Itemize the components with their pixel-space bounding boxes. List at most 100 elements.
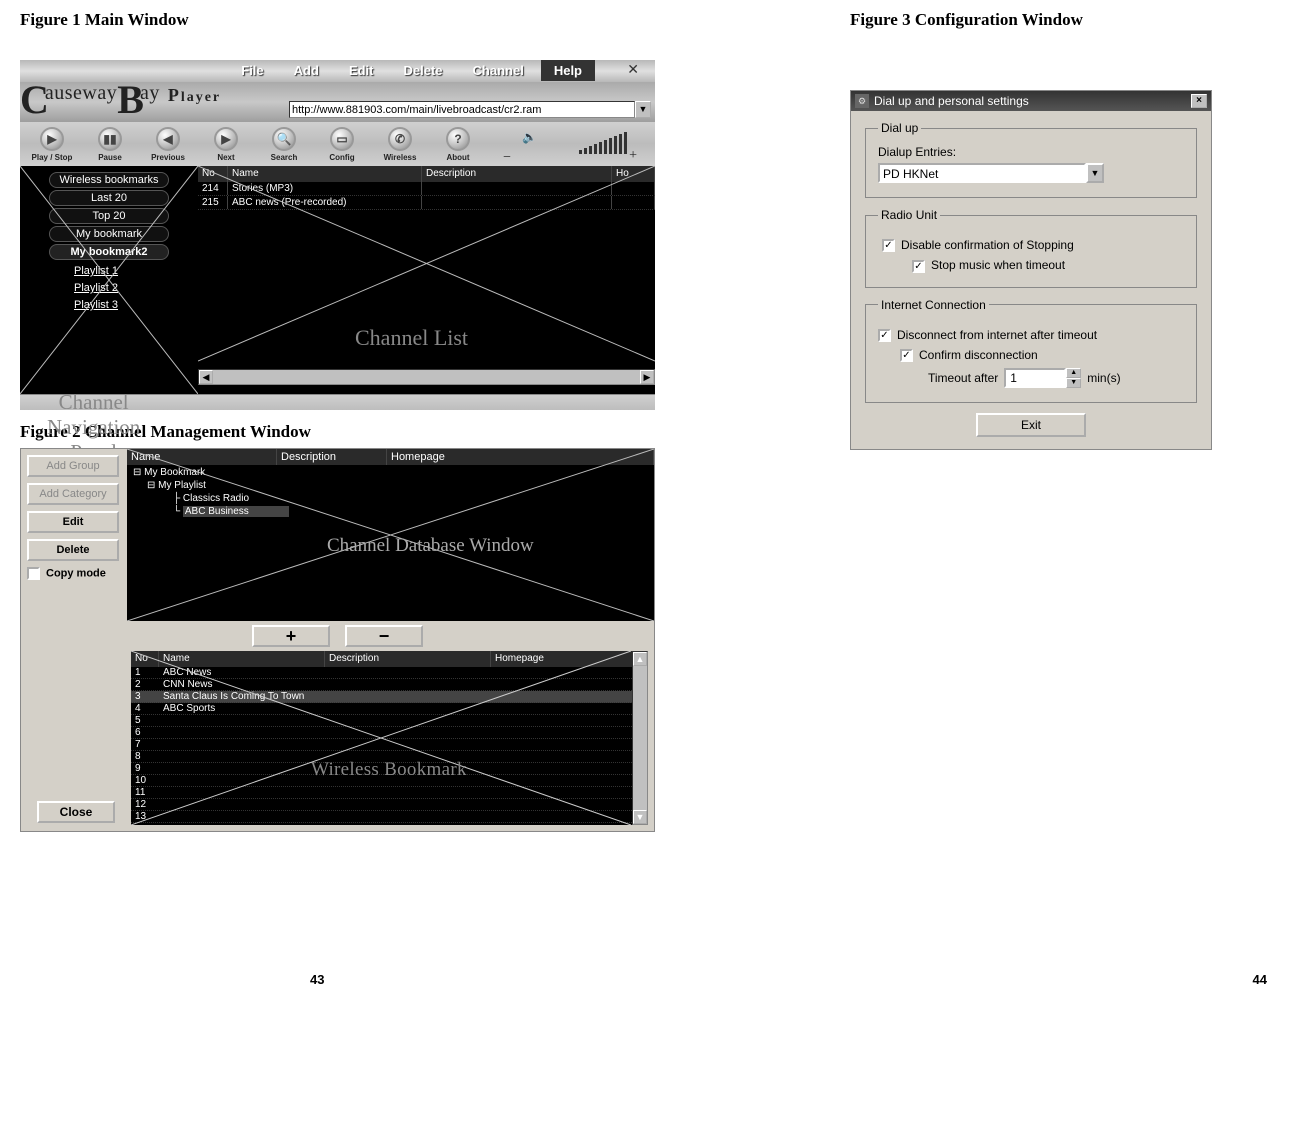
copy-mode-checkbox[interactable]: Copy mode	[27, 567, 121, 580]
close-icon[interactable]: ✕	[627, 62, 639, 79]
db-col-name[interactable]: Name	[127, 449, 277, 465]
disable-confirmation-checkbox[interactable]: ✓Disable confirmation of Stopping	[882, 238, 1184, 252]
brand-b: B	[117, 76, 144, 123]
annotation-channel-list: Channel List	[355, 325, 468, 351]
location-input[interactable]: http://www.881903.com/main/livebroadcast…	[289, 101, 635, 118]
config-title: Dial up and personal settings	[874, 94, 1029, 108]
wb-col-homepage[interactable]: Homepage	[491, 651, 648, 667]
volume-down-icon[interactable]: −	[503, 150, 511, 166]
figure3-caption: Figure 3 Configuration Window	[850, 10, 1230, 30]
col-description[interactable]: Description	[422, 166, 612, 182]
location-dropdown-icon[interactable]: ▼	[635, 101, 651, 118]
wireless-bookmark-row[interactable]: 1ABC News	[131, 667, 648, 679]
menu-delete[interactable]: Delete	[391, 60, 456, 81]
brand-c: C	[20, 76, 49, 123]
menu-help[interactable]: Help	[541, 60, 595, 81]
speaker-icon: 🔈	[522, 130, 537, 145]
config-titlebar: ⚙ Dial up and personal settings ×	[851, 91, 1211, 111]
vertical-scrollbar[interactable]: ▲ ▼	[632, 651, 648, 825]
db-col-description[interactable]: Description	[277, 449, 387, 465]
timeout-value[interactable]: 1	[1004, 368, 1066, 388]
menu-channel[interactable]: Channel	[460, 60, 537, 81]
volume-slider[interactable]	[579, 132, 627, 154]
configuration-window: ⚙ Dial up and personal settings × Dial u…	[850, 90, 1212, 450]
brand-auseway: auseway	[45, 82, 117, 105]
next-button[interactable]: ▶Next	[204, 127, 248, 162]
wb-col-no[interactable]: No	[131, 651, 159, 667]
channel-list-row[interactable]: 214 Stories (MP3)	[198, 182, 655, 196]
wireless-bookmark-panel: No Name Description Homepage 1ABC News2C…	[131, 651, 648, 825]
pause-button[interactable]: ▮▮Pause	[88, 127, 132, 162]
volume-up-icon[interactable]: +	[629, 148, 637, 164]
nav-wireless-bookmarks[interactable]: Wireless bookmarks	[49, 172, 169, 188]
stop-music-checkbox[interactable]: ✓Stop music when timeout	[912, 258, 1184, 272]
wireless-bookmark-row[interactable]: 3Santa Claus Is Coming To Town	[131, 691, 648, 703]
dialup-legend: Dial up	[878, 121, 921, 135]
channel-navigation-panel: Wireless bookmarks Last 20 Top 20 My boo…	[20, 166, 198, 394]
dropdown-icon[interactable]: ▼	[1086, 163, 1104, 183]
disconnect-timeout-checkbox[interactable]: ✓Disconnect from internet after timeout	[878, 328, 1184, 342]
remove-channel-button[interactable]: −	[345, 625, 423, 647]
add-channel-button[interactable]: +	[252, 625, 330, 647]
col-homepage[interactable]: Ho	[612, 166, 655, 182]
wireless-button[interactable]: ✆Wireless	[378, 127, 422, 162]
wireless-bookmark-row[interactable]: 4ABC Sports	[131, 703, 648, 715]
scroll-right-icon[interactable]: ▶	[640, 370, 654, 384]
nav-top20[interactable]: Top 20	[49, 208, 169, 224]
menu-add[interactable]: Add	[281, 60, 332, 81]
nav-my-bookmark[interactable]: My bookmark	[49, 226, 169, 242]
horizontal-scrollbar[interactable]: ◀ ▶	[198, 369, 655, 385]
figure1-caption: Figure 1 Main Window	[20, 10, 660, 30]
bookmark-tree[interactable]: ⊟ My Bookmark ⊟ My Playlist ├ Classics R…	[127, 465, 654, 519]
wb-col-name[interactable]: Name	[159, 651, 325, 667]
dialup-entries-value[interactable]: PD HKNet	[878, 163, 1086, 183]
settings-icon: ⚙	[855, 94, 869, 108]
delete-button[interactable]: Delete	[27, 539, 119, 561]
wireless-bookmark-row[interactable]: 2CNN News	[131, 679, 648, 691]
wireless-bookmark-row[interactable]: 12	[131, 799, 648, 811]
add-group-button[interactable]: Add Group	[27, 455, 119, 477]
wireless-bookmark-row[interactable]: 6	[131, 727, 648, 739]
wireless-bookmark-row[interactable]: 7	[131, 739, 648, 751]
dialup-entries-combo[interactable]: PD HKNet ▼	[878, 163, 1104, 183]
close-button[interactable]: Close	[37, 801, 115, 823]
menu-file[interactable]: File	[228, 60, 276, 81]
wb-col-description[interactable]: Description	[325, 651, 491, 667]
previous-button[interactable]: ◀Previous	[146, 127, 190, 162]
nav-last20[interactable]: Last 20	[49, 190, 169, 206]
col-no[interactable]: No	[198, 166, 228, 182]
wireless-bookmark-row[interactable]: 11	[131, 787, 648, 799]
channel-list-row[interactable]: 215 ABC news (Pre-recorded)	[198, 196, 655, 210]
scroll-down-icon[interactable]: ▼	[633, 810, 647, 824]
config-button[interactable]: ▭Config	[320, 127, 364, 162]
scroll-left-icon[interactable]: ◀	[199, 370, 213, 384]
page-number-left: 43	[310, 972, 324, 987]
nav-my-bookmark2[interactable]: My bookmark2	[49, 244, 169, 260]
confirm-disconnection-checkbox[interactable]: ✓Confirm disconnection	[900, 348, 1184, 362]
annotation-wireless-bookmark: Wireless Bookmark	[311, 759, 467, 781]
edit-button[interactable]: Edit	[27, 511, 119, 533]
wireless-bookmark-row[interactable]: 13	[131, 811, 648, 823]
wireless-bookmark-row[interactable]: 5	[131, 715, 648, 727]
scroll-up-icon[interactable]: ▲	[633, 652, 647, 666]
nav-playlist2[interactable]: Playlist 2	[74, 282, 192, 294]
spin-up-icon[interactable]: ▲	[1066, 368, 1081, 378]
about-button[interactable]: ?About	[436, 127, 480, 162]
search-button[interactable]: 🔍Search	[262, 127, 306, 162]
dialup-label: Dialup Entries:	[878, 145, 1184, 159]
channel-database-panel: Name Description Homepage ⊟ My Bookmark …	[127, 449, 654, 621]
close-icon[interactable]: ×	[1191, 94, 1207, 108]
menu-edit[interactable]: Edit	[336, 60, 387, 81]
nav-playlist1[interactable]: Playlist 1	[74, 265, 192, 277]
db-col-homepage[interactable]: Homepage	[387, 449, 654, 465]
play-stop-button[interactable]: ▶Play / Stop	[30, 127, 74, 162]
col-name[interactable]: Name	[228, 166, 422, 182]
add-category-button[interactable]: Add Category	[27, 483, 119, 505]
timeout-unit: min(s)	[1087, 371, 1120, 385]
channel-list: No Name Description Ho 214 Stories (MP3)	[198, 166, 655, 394]
radio-unit-group: Radio Unit ✓Disable confirmation of Stop…	[865, 208, 1197, 288]
exit-button[interactable]: Exit	[976, 413, 1086, 437]
spin-down-icon[interactable]: ▼	[1066, 378, 1081, 388]
timeout-spinner[interactable]: 1 ▲ ▼	[1004, 368, 1081, 388]
nav-playlist3[interactable]: Playlist 3	[74, 299, 192, 311]
